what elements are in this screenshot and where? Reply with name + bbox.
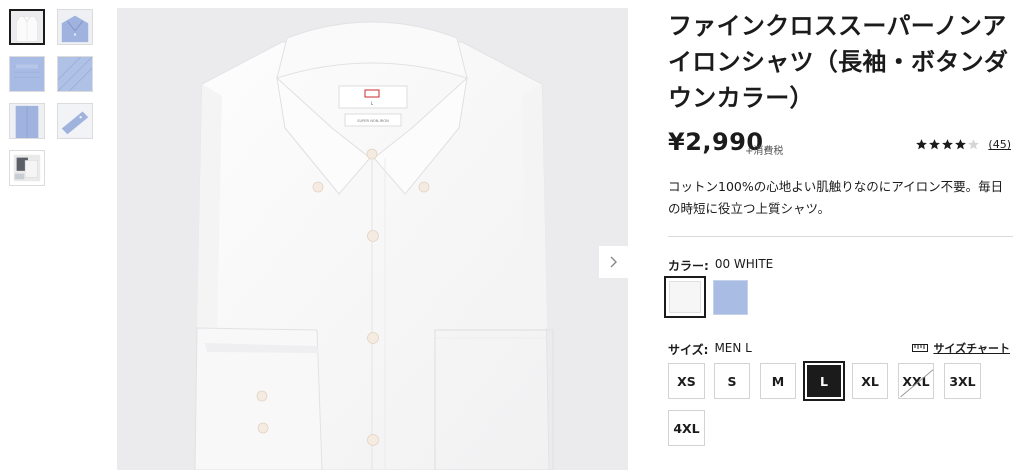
size-option-m[interactable]: M — [760, 363, 796, 399]
price-row: ¥2,990 +消費税 (45) — [668, 128, 1013, 164]
thumbnail-blue-fabric[interactable] — [9, 56, 45, 92]
star-icon — [916, 139, 928, 150]
size-label-row: サイズ: MEN L — [668, 341, 752, 358]
size-option-label: 3XL — [949, 373, 976, 389]
shirt-label-text: SUPER NON-IRON — [357, 119, 389, 123]
thumbnail-blue-collar[interactable] — [57, 9, 93, 45]
divider — [668, 236, 1013, 237]
size-chart-link[interactable]: サイズチャート — [912, 340, 1010, 356]
color-swatch-blue[interactable] — [713, 280, 748, 315]
star-icon — [942, 139, 954, 150]
chevron-right-icon — [610, 256, 617, 268]
next-image-button[interactable] — [599, 246, 628, 278]
ruler-icon — [912, 344, 929, 352]
product-title: ファインクロススーパーノンアイロンシャツ（長袖・ボタンダウンカラー） — [668, 12, 1009, 112]
rating-stars — [915, 138, 980, 151]
size-option-label: XS — [677, 373, 696, 389]
star-icon — [955, 139, 967, 150]
size-option-s[interactable]: S — [714, 363, 750, 399]
size-option-label: XL — [861, 373, 879, 389]
size-option-xs[interactable]: XS — [668, 363, 705, 399]
size-label: サイズ: — [668, 343, 709, 357]
color-label-row: カラー: 00 WHITE — [668, 257, 773, 274]
size-option-3xl[interactable]: 3XL — [944, 363, 981, 399]
color-label: カラー: — [668, 259, 709, 273]
product-main-image: L SUPER NON-IRON — [117, 8, 628, 470]
size-option-label: 4XL — [673, 420, 700, 436]
thumbnail-blue-body[interactable] — [9, 103, 45, 139]
size-option-xxl[interactable]: XXL — [898, 363, 934, 399]
size-option-4xl[interactable]: 4XL — [668, 410, 705, 446]
size-option-label: S — [727, 373, 737, 389]
product-description: コットン100%の心地よい肌触りなのにアイロン不要。毎日の時短に役立つ上質シャツ… — [668, 179, 1004, 216]
size-option-xl[interactable]: XL — [852, 363, 888, 399]
star-icon — [929, 139, 941, 150]
thumbnail-package[interactable] — [9, 150, 45, 186]
size-option-l[interactable]: L — [803, 361, 845, 401]
size-option-label: M — [771, 373, 785, 389]
rating: (45) — [915, 138, 1011, 151]
thumbnail-white-shirt[interactable] — [9, 9, 45, 45]
thumbnail-blue-cuff[interactable] — [57, 103, 93, 139]
size-chart-label: サイズチャート — [933, 342, 1010, 355]
tax-note: +消費税 — [745, 146, 784, 157]
swatch-white-fill — [669, 281, 701, 313]
star-empty-icon — [968, 139, 980, 150]
color-swatch-white[interactable] — [664, 276, 706, 318]
size-option-label: L — [820, 373, 828, 389]
color-selected-value: 00 WHITE — [714, 257, 774, 271]
thumbnail-blue-texture[interactable] — [57, 56, 93, 92]
size-selected-value: MEN L — [714, 341, 752, 355]
review-count-link[interactable]: (45) — [988, 138, 1011, 151]
